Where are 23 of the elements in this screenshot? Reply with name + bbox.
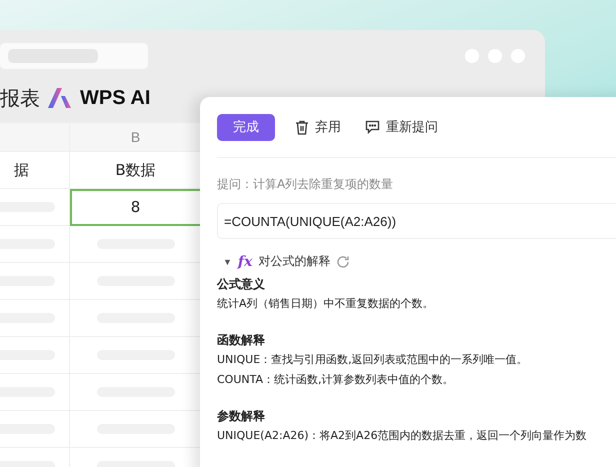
refresh-icon[interactable]: [336, 254, 350, 268]
done-button[interactable]: 完成: [217, 114, 275, 140]
explanation-text: 统计A列（销售日期）中不重复数据的个数。: [217, 296, 435, 312]
explanation-text: COUNTA：统计函数,计算参数列表中值的个数。: [217, 372, 455, 388]
logo-icon: [48, 88, 72, 108]
collapse-toggle[interactable]: ▼: [223, 256, 232, 266]
explanation-title: 对公式的解释: [258, 253, 330, 270]
discard-button[interactable]: 弃用: [291, 114, 345, 140]
function-icon: fx: [238, 254, 252, 270]
formula-field[interactable]: =COUNTA(UNIQUE(A2:A26)): [217, 203, 616, 239]
brand-name: WPS AI: [80, 86, 150, 110]
explanation-text: UNIQUE：查找与引用函数,返回列表或范围中的一系列唯一值。: [217, 352, 529, 368]
section-heading: 参数解释: [217, 408, 266, 425]
sheet-title: 报表: [0, 84, 40, 112]
section-heading: 函数解释: [217, 332, 266, 349]
table-cell[interactable]: 8: [70, 188, 202, 226]
chat-icon: [365, 120, 380, 134]
retry-button[interactable]: 重新提问: [361, 114, 442, 140]
table-cell: 据: [0, 152, 70, 188]
question-text: 提问：计算A列去除重复项的数量: [217, 176, 394, 193]
trash-icon: [295, 120, 309, 134]
explanation-text: UNIQUE(A2:A26)：将A2到A26范围内的数据去重，返回一个列向量作为数: [217, 428, 588, 444]
section-heading: 公式意义: [217, 276, 266, 293]
